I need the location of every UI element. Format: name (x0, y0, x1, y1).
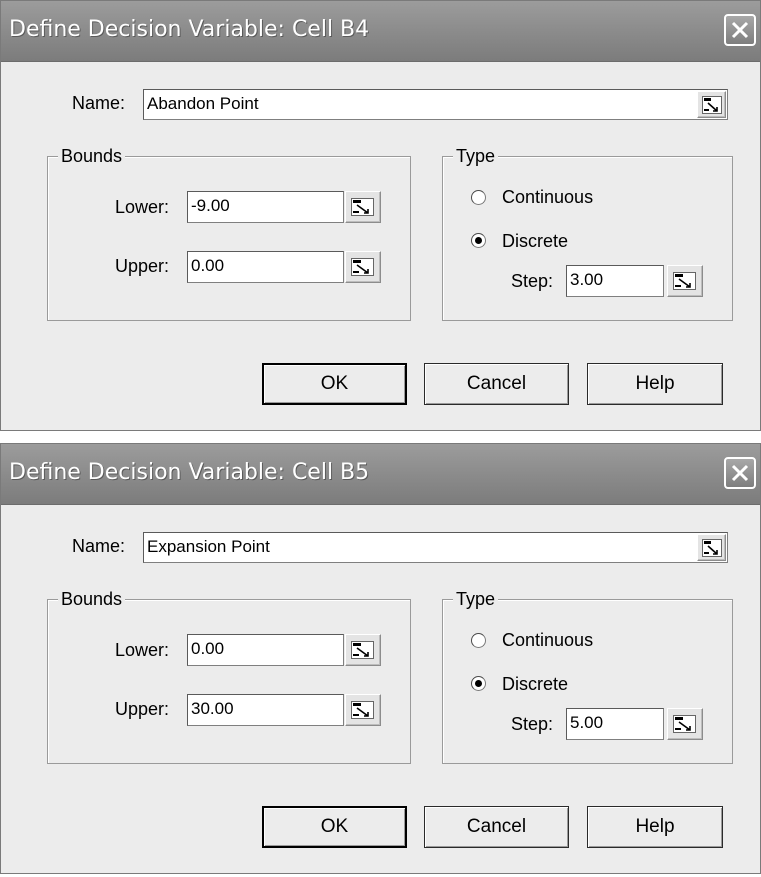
help-button[interactable]: Help (587, 363, 723, 405)
cancel-button[interactable]: Cancel (424, 363, 569, 405)
step-cell-reference-button[interactable] (667, 708, 703, 740)
dialog-title: Define Decision Variable: Cell B5 (9, 460, 370, 485)
type-group-label: Type (453, 588, 499, 610)
lower-cell-reference-button[interactable] (345, 634, 381, 666)
continuous-radio[interactable] (471, 190, 486, 205)
dialog-title: Define Decision Variable: Cell B4 (9, 17, 370, 42)
close-icon (731, 21, 749, 39)
name-label: Name: (72, 93, 126, 113)
title-bar[interactable]: Define Decision Variable: Cell B4 (1, 1, 760, 62)
continuous-radio[interactable] (471, 633, 486, 648)
bounds-group: Bounds (47, 145, 411, 321)
ok-button[interactable]: OK (262, 806, 407, 848)
ok-button[interactable]: OK (262, 363, 407, 405)
cell-reference-icon (702, 96, 722, 114)
define-decision-variable-dialog: Define Decision Variable: Cell B4 Name: … (0, 0, 761, 431)
lower-label: Lower: (115, 640, 170, 660)
define-decision-variable-dialog: Define Decision Variable: Cell B5 Name: … (0, 443, 761, 874)
cell-reference-icon (351, 701, 374, 719)
upper-cell-reference-button[interactable] (345, 251, 381, 283)
step-label: Step: (511, 271, 554, 291)
step-field[interactable]: 3.00 (566, 265, 664, 297)
radio-selected-dot (475, 237, 482, 244)
bounds-group-label: Bounds (58, 588, 126, 610)
name-cell-reference-button[interactable] (697, 91, 726, 118)
type-group-label: Type (453, 145, 499, 167)
cell-reference-icon (351, 198, 374, 216)
close-icon (731, 464, 749, 482)
close-button[interactable] (724, 14, 756, 46)
discrete-radio[interactable] (471, 233, 486, 248)
cell-reference-icon (702, 539, 722, 557)
cell-reference-icon (351, 258, 374, 276)
close-button[interactable] (724, 457, 756, 489)
name-cell-reference-button[interactable] (697, 534, 726, 561)
lower-bound-field[interactable]: 0.00 (187, 634, 344, 666)
upper-bound-field[interactable]: 0.00 (187, 251, 344, 283)
bounds-group: Bounds (47, 588, 411, 764)
title-bar[interactable]: Define Decision Variable: Cell B5 (1, 444, 760, 505)
upper-label: Upper: (115, 256, 170, 276)
step-field[interactable]: 5.00 (566, 708, 664, 740)
discrete-label[interactable]: Discrete (502, 674, 568, 695)
cell-reference-icon (673, 715, 696, 733)
step-cell-reference-button[interactable] (667, 265, 703, 297)
discrete-radio[interactable] (471, 676, 486, 691)
name-label: Name: (72, 536, 126, 556)
cell-reference-icon (351, 641, 374, 659)
lower-bound-field[interactable]: -9.00 (187, 191, 344, 223)
upper-label: Upper: (115, 699, 170, 719)
name-field[interactable]: Abandon Point (143, 89, 728, 120)
continuous-label[interactable]: Continuous (502, 630, 593, 651)
name-field[interactable]: Expansion Point (143, 532, 728, 563)
step-label: Step: (511, 714, 554, 734)
upper-cell-reference-button[interactable] (345, 694, 381, 726)
upper-bound-field[interactable]: 30.00 (187, 694, 344, 726)
cell-reference-icon (673, 272, 696, 290)
bounds-group-label: Bounds (58, 145, 126, 167)
lower-cell-reference-button[interactable] (345, 191, 381, 223)
discrete-label[interactable]: Discrete (502, 231, 568, 252)
radio-selected-dot (475, 680, 482, 687)
lower-label: Lower: (115, 197, 170, 217)
help-button[interactable]: Help (587, 806, 723, 848)
continuous-label[interactable]: Continuous (502, 187, 593, 208)
cancel-button[interactable]: Cancel (424, 806, 569, 848)
